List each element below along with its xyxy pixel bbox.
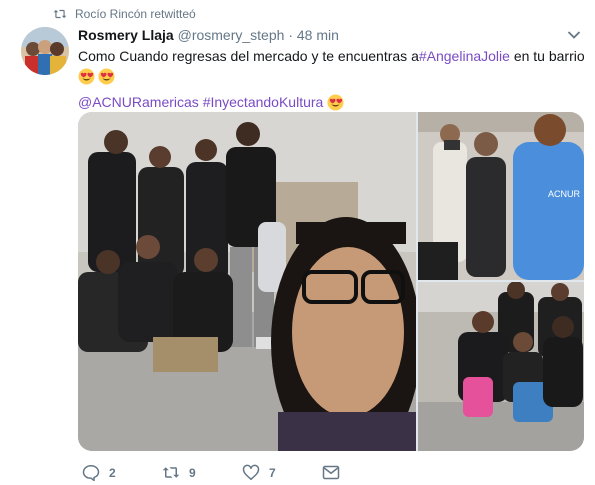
svg-text:ACNUR: ACNUR [548,189,581,199]
tweet-actions: 2 9 7 [82,464,340,481]
reply-button[interactable]: 2 [82,464,162,481]
like-button[interactable]: 7 [242,464,322,481]
author-name[interactable]: Rosmery Llaja [78,27,174,43]
heart-eyes-emoji-icon [98,67,115,85]
tweet-text-line-2 [78,66,588,86]
like-count: 7 [269,465,276,480]
mention-acnuramericas[interactable]: @ACNURamericas [78,92,199,112]
retweet-button[interactable]: 9 [162,464,242,481]
tweet-header: Rosmery Llaja @rosmery_steph · 48 min [78,27,339,43]
hashtag-angelinajolie[interactable]: #AngelinaJolie [419,46,510,66]
hashtag-inyectandokultura[interactable]: #InyectandoKultura [203,92,324,112]
envelope-icon [322,465,340,480]
reply-icon [82,464,100,481]
reply-count: 2 [109,465,116,480]
retweet-context-label: Rocío Rincón retwitteó [75,7,196,21]
media-grid: ACNUR [78,112,584,451]
tweet: Rocío Rincón retwitteó Rosmery Llaja @ro… [0,0,595,485]
direct-message-button[interactable] [322,464,340,481]
tweet-text: Como Cuando regresas del mercado y te en… [78,46,588,112]
tweet-text-line-1: Como Cuando regresas del mercado y te en… [78,46,588,66]
author-handle[interactable]: @rosmery_steph [178,27,285,43]
photo-acnur-vest[interactable]: ACNUR [418,112,584,280]
tweet-text-before: Como Cuando regresas del mercado y te en… [78,48,419,64]
separator-dot: · [288,27,293,43]
tweet-time[interactable]: 48 min [297,27,339,43]
heart-icon [242,464,260,481]
retweet-context[interactable]: Rocío Rincón retwitteó [53,7,196,21]
photo-group-crouching[interactable] [418,282,584,451]
heart-eyes-emoji-icon [327,93,344,111]
avatar[interactable] [21,27,69,75]
retweet-icon [53,9,67,19]
retweet-count: 9 [189,465,196,480]
photo-selfie-with-group[interactable] [78,112,416,451]
tweet-text-line-3: @ACNURamericas #InyectandoKultura [78,92,588,112]
chevron-down-icon[interactable] [567,30,581,40]
tweet-text-after: en tu barrio [509,48,585,64]
retweet-icon [162,467,180,478]
heart-eyes-emoji-icon [78,67,95,85]
